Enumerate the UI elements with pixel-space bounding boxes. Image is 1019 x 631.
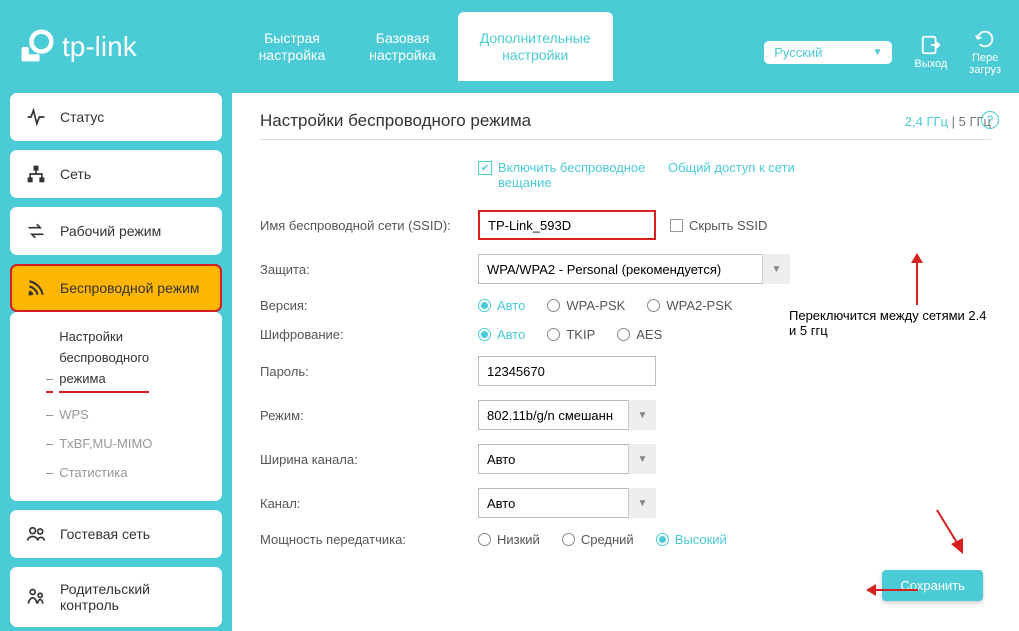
txpower-high[interactable]: Высокий <box>656 532 727 547</box>
submenu-wps[interactable]: –WPS <box>10 400 222 429</box>
encryption-tkip[interactable]: TKIP <box>547 327 595 342</box>
reload-button[interactable]: Пере загруз <box>969 28 1001 76</box>
language-value: Русский <box>774 45 822 60</box>
mode-value: 802.11b/g/n смешанн <box>478 400 656 430</box>
band-24ghz[interactable]: 2,4 ГГц <box>905 114 948 129</box>
sidebar-item-operation-mode[interactable]: Рабочий режим <box>10 207 222 255</box>
logout-button[interactable]: Выход <box>914 34 947 70</box>
wifi-icon <box>26 278 46 298</box>
channel-select[interactable]: Авто ▼ <box>478 488 656 518</box>
swap-icon <box>26 221 46 241</box>
submenu-txbf[interactable]: –TxBF,MU-MIMO <box>10 429 222 458</box>
channel-width-select[interactable]: Авто ▼ <box>478 444 656 474</box>
version-wpa2-psk[interactable]: WPA2-PSK <box>647 298 732 313</box>
brand-text: tp-link <box>62 31 137 63</box>
label-tx-power: Мощность передатчика: <box>260 532 478 547</box>
version-auto[interactable]: Авто <box>478 298 525 313</box>
sidebar: Статус Сеть Рабочий режим Беспроводной р… <box>0 93 232 631</box>
channel-value: Авто <box>478 488 656 518</box>
sidebar-item-label: Сеть <box>60 166 91 182</box>
sidebar-item-label: Статус <box>60 109 104 125</box>
tplink-logo-icon <box>18 29 54 65</box>
page-title: Настройки беспроводного режима <box>260 111 531 131</box>
reload-label: Пере загруз <box>969 52 1001 76</box>
brand-logo: tp-link <box>18 29 137 65</box>
sidebar-item-parental-control[interactable]: Родительский контроль <box>10 567 222 627</box>
sidebar-item-label: Беспроводной режим <box>60 280 200 296</box>
txpower-medium[interactable]: Средний <box>562 532 634 547</box>
password-input[interactable] <box>478 356 656 386</box>
sidebar-item-wireless[interactable]: Беспроводной режим <box>10 264 222 312</box>
language-select[interactable]: Русский ▼ <box>764 41 892 64</box>
hide-ssid-checkbox[interactable]: Скрыть SSID <box>670 218 767 233</box>
sidebar-item-status[interactable]: Статус <box>10 93 222 141</box>
checkbox-empty-icon <box>670 219 683 232</box>
submenu-statistics[interactable]: –Статистика <box>10 458 222 487</box>
label-version: Версия: <box>260 298 478 313</box>
sidebar-item-label: Рабочий режим <box>60 223 161 239</box>
enable-wireless-checkbox[interactable]: ✔ Включить беспроводное вещание <box>478 160 668 190</box>
annotation-arrow-left <box>866 580 920 600</box>
mode-select[interactable]: 802.11b/g/n смешанн ▼ <box>478 400 656 430</box>
main-tabs: Быстрая настройка Базовая настройка Допо… <box>237 12 613 82</box>
wireless-submenu: –Настройки беспроводного режима –WPS –Tx… <box>10 312 222 501</box>
network-icon <box>26 164 46 184</box>
submenu-label: WPS <box>59 407 89 422</box>
label-channel-width: Ширина канала: <box>260 452 478 467</box>
users-icon <box>26 524 46 544</box>
ssid-input[interactable] <box>478 210 656 240</box>
logout-icon <box>920 34 942 56</box>
hide-ssid-label: Скрыть SSID <box>689 218 767 233</box>
label-password: Пароль: <box>260 364 478 379</box>
version-wpa-psk[interactable]: WPA-PSK <box>547 298 625 313</box>
tab-quick-setup[interactable]: Быстрая настройка <box>237 12 348 82</box>
label-encryption: Шифрование: <box>260 327 478 342</box>
channel-width-value: Авто <box>478 444 656 474</box>
sidebar-item-network[interactable]: Сеть <box>10 150 222 198</box>
submenu-label: Статистика <box>59 465 127 480</box>
sidebar-item-label: Гостевая сеть <box>60 526 150 542</box>
chevron-down-icon: ▼ <box>872 47 882 58</box>
label-mode: Режим: <box>260 408 478 423</box>
network-sharing-link[interactable]: Общий доступ к сети <box>668 160 795 175</box>
txpower-low[interactable]: Низкий <box>478 532 540 547</box>
encryption-aes[interactable]: AES <box>617 327 662 342</box>
sidebar-item-guest-network[interactable]: Гостевая сеть <box>10 510 222 558</box>
label-ssid: Имя беспроводной сети (SSID): <box>260 218 478 233</box>
band-switch: 2,4 ГГц | 5 ГГц <box>905 114 991 129</box>
content-panel: ? Настройки беспроводного режима 2,4 ГГц… <box>232 93 1019 631</box>
submenu-label: TxBF,MU-MIMO <box>59 436 152 451</box>
security-value: WPA/WPA2 - Personal (рекомендуется) <box>478 254 790 284</box>
logout-label: Выход <box>914 58 947 70</box>
annotation-arrow-diag <box>929 506 969 556</box>
tab-advanced[interactable]: Дополнительные настройки <box>458 12 613 82</box>
submenu-wireless-settings[interactable]: –Настройки беспроводного режима <box>10 320 222 400</box>
parent-child-icon <box>26 587 46 607</box>
security-select[interactable]: WPA/WPA2 - Personal (рекомендуется) ▼ <box>478 254 790 284</box>
reload-icon <box>974 28 996 50</box>
label-channel: Канал: <box>260 496 478 511</box>
enable-wireless-label: Включить беспроводное вещание <box>498 160 668 190</box>
submenu-label: Настройки беспроводного режима <box>59 327 149 393</box>
label-security: Защита: <box>260 262 478 277</box>
pulse-icon <box>26 107 46 127</box>
sidebar-item-label: Родительский контроль <box>60 581 206 613</box>
help-button[interactable]: ? <box>981 111 999 129</box>
checkbox-icon: ✔ <box>478 161 492 175</box>
annotation-arrow-up <box>907 253 927 307</box>
encryption-auto[interactable]: Авто <box>478 327 525 342</box>
tab-basic[interactable]: Базовая настройка <box>347 12 458 82</box>
